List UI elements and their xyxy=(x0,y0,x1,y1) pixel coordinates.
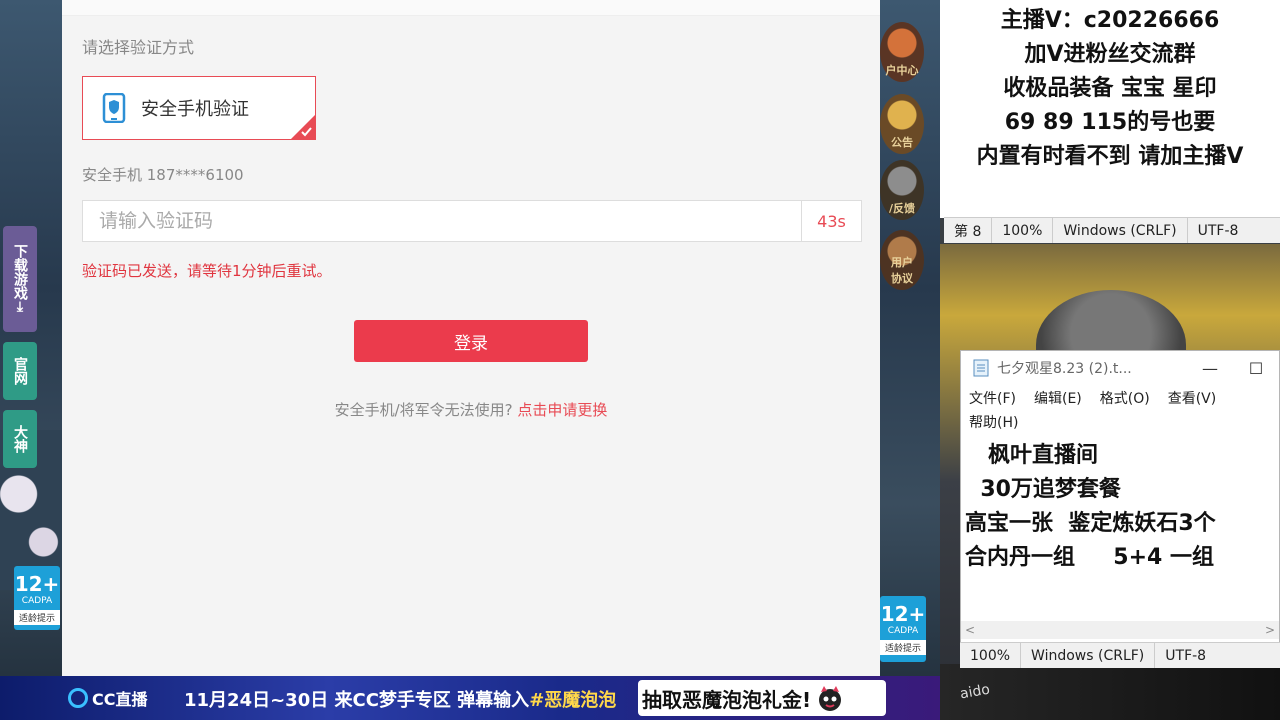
login-button[interactable]: 登录 xyxy=(354,320,588,362)
official-site-tab-label: 官网 xyxy=(12,357,28,385)
status-encoding: UTF-8 xyxy=(1154,643,1216,668)
status-line: 第 8 xyxy=(954,223,982,240)
download-game-tab-label: 下载游戏 xyxy=(12,244,28,300)
age-rating-org-right: CADPA xyxy=(887,626,919,636)
notepad-line: 枫叶直播间 xyxy=(965,443,1098,468)
scroll-right-icon[interactable]: > xyxy=(1265,623,1275,637)
promo-line: 内置有时看不到 请加主播V xyxy=(976,144,1244,169)
cc-promo-banner: CC直播 11月24日~30日 来CC梦手专区 弹幕输入#恶魔泡泡 抽取恶魔泡泡… xyxy=(0,676,940,720)
minimize-icon[interactable]: — xyxy=(1187,359,1233,378)
feedback-label: /反馈 xyxy=(888,202,916,215)
verification-code-input[interactable] xyxy=(83,201,801,241)
notepad-menubar: 文件(F) 编辑(E) 格式(O) 查看(V) 帮助(H) xyxy=(961,385,1279,435)
apply-change-link[interactable]: 点击申请更换 xyxy=(517,401,607,419)
dashen-tab-label: 大神 xyxy=(12,425,28,453)
notepad-line: 30万追梦套餐 xyxy=(965,477,1121,502)
maximize-icon[interactable]: ☐ xyxy=(1233,359,1279,378)
banner-text-highlight: #恶魔泡泡 xyxy=(529,690,617,711)
devil-mascot-icon xyxy=(819,686,842,711)
notepad-window: 七夕观星8.23 (2).t... — ☐ 文件(F) 编辑(E) 格式(O) … xyxy=(960,350,1280,668)
notepad-statusbar: 100% Windows (CRLF) UTF-8 xyxy=(960,642,1280,668)
user-center-icon[interactable]: 户中心 xyxy=(880,22,924,82)
banner-text-prefix: 11月24日~30日 来CC梦手专区 弹幕输入 xyxy=(184,690,530,711)
keyboard-image: aido xyxy=(940,664,1280,720)
user-agreement-icon[interactable]: 用户 协议 xyxy=(880,230,924,290)
announcement-label: 公告 xyxy=(891,136,913,149)
age-rating-badge-right: 12+ CADPA 适龄提示 xyxy=(880,596,926,662)
age-rating-number-right: 12+ xyxy=(880,602,926,626)
user-agreement-label: 用户 协议 xyxy=(891,256,913,285)
security-phone-icon xyxy=(102,93,126,123)
notepad-title: 七夕观星8.23 (2).t... xyxy=(997,361,1132,377)
menu-format[interactable]: 格式(O) xyxy=(1096,387,1164,411)
phone-verification-label: 安全手机验证 xyxy=(141,99,249,120)
resend-countdown: 43s xyxy=(801,201,861,241)
verification-dialog: 请选择验证方式 安全手机验证 安全手机 187****6100 43s 验证码已… xyxy=(62,0,880,676)
promo-line: 69 89 115的号也要 xyxy=(1004,110,1216,135)
download-game-tab[interactable]: 下载游戏 ⤓ xyxy=(3,226,37,332)
verification-method-label: 请选择验证方式 xyxy=(82,38,195,57)
dialog-top-bar xyxy=(62,0,880,16)
notepad-line: 高宝一张 鉴定炼妖石3个 xyxy=(965,511,1216,536)
notepad-statusbar-top: 第 8 100% Windows (CRLF) UTF-8 xyxy=(944,217,1280,243)
age-rating-badge: 12+ CADPA 适龄提示 xyxy=(14,566,60,630)
status-encoding: UTF-8 xyxy=(1186,218,1249,243)
promo-line: 加V进粉丝交流群 xyxy=(1024,42,1196,67)
cc-live-logo: CC直播 xyxy=(68,686,148,710)
age-rating-tip-right: 适龄提示 xyxy=(880,640,926,655)
phone-verification-option[interactable]: 安全手机验证 xyxy=(82,76,316,140)
security-phone-number: 安全手机 187****6100 xyxy=(82,166,244,184)
help-line: 安全手机/将军令无法使用? 点击申请更换 xyxy=(62,399,880,420)
cc-logo-icon xyxy=(68,688,88,708)
age-rating-org: CADPA xyxy=(21,596,53,606)
promo-line: 收极品装备 宝宝 星印 xyxy=(1003,76,1217,101)
feedback-icon[interactable]: /反馈 xyxy=(880,160,924,220)
download-arrow-icon: ⤓ xyxy=(12,300,28,314)
horizontal-scrollbar[interactable]: < > xyxy=(961,621,1279,639)
official-site-tab[interactable]: 官网 xyxy=(3,342,37,400)
verification-code-box: 43s xyxy=(82,200,862,242)
selected-check-icon xyxy=(291,115,315,139)
status-zoom: 100% xyxy=(991,218,1052,243)
scroll-left-icon[interactable]: < xyxy=(965,623,975,637)
user-center-label: 户中心 xyxy=(885,64,919,77)
age-rating-number: 12+ xyxy=(14,572,60,596)
menu-edit[interactable]: 编辑(E) xyxy=(1030,387,1096,411)
announcement-icon[interactable]: 公告 xyxy=(880,94,924,154)
status-line-ending: Windows (CRLF) xyxy=(1020,643,1154,668)
notepad-line: 合内丹一组 5+4 一组 xyxy=(965,545,1215,570)
status-zoom: 100% xyxy=(970,647,1011,664)
menu-view[interactable]: 查看(V) xyxy=(1164,387,1231,411)
menu-help[interactable]: 帮助(H) xyxy=(965,411,1032,435)
age-rating-tip: 适龄提示 xyxy=(14,610,60,625)
banner-badge: 抽取恶魔泡泡礼金! xyxy=(638,680,886,716)
notepad-titlebar: 七夕观星8.23 (2).t... — ☐ xyxy=(961,351,1279,385)
keyboard-brand: aido xyxy=(958,681,992,703)
code-sent-message: 验证码已发送，请等待1分钟后重试。 xyxy=(82,262,332,280)
status-line-ending: Windows (CRLF) xyxy=(1052,218,1186,243)
help-text: 安全手机/将军令无法使用? xyxy=(334,401,513,419)
promo-line: 主播V：c20226666 xyxy=(1000,8,1220,33)
banner-badge-text: 抽取恶魔泡泡礼金! xyxy=(642,687,812,712)
streamer-promo-note: 主播V：c20226666 加V进粉丝交流群 收极品装备 宝宝 星印 69 89… xyxy=(940,0,1280,218)
cc-logo-text: CC直播 xyxy=(92,690,148,709)
dashen-tab[interactable]: 大神 xyxy=(3,410,37,468)
notepad-doc-icon xyxy=(973,359,989,377)
notepad-text-area[interactable]: 枫叶直播间 30万追梦套餐 高宝一张 鉴定炼妖石3个 合内丹一组 5+4 一组 xyxy=(961,439,1279,621)
menu-file[interactable]: 文件(F) xyxy=(965,387,1030,411)
banner-text: 11月24日~30日 来CC梦手专区 弹幕输入#恶魔泡泡 xyxy=(184,686,616,712)
